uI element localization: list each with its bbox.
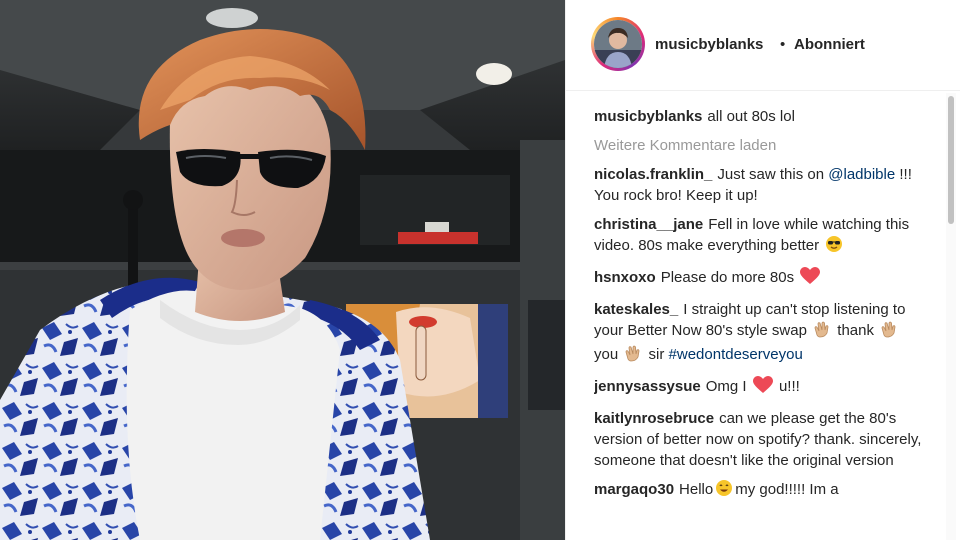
smile-emoji-icon [715,479,733,503]
comment-username[interactable]: margaqo30 [594,481,674,498]
scrollbar-thumb[interactable] [948,96,954,224]
comment-text: thank [837,322,874,339]
comment-text: sir [648,346,665,363]
list-item: margaqo30 Hello my god!!!!! Im a [594,479,924,503]
selfie-photo-illustration [0,0,565,540]
heart-emoji-icon [752,376,773,400]
clap-emoji-icon [813,320,831,344]
comment-username[interactable]: jennysassysue [594,378,701,395]
avatar[interactable] [594,20,642,68]
mention-link[interactable]: @ladbible [828,166,895,183]
comment-text: Omg I [705,378,747,395]
clap-emoji-icon [880,320,898,344]
post-caption: musicbyblanks all out 80s lol [594,106,924,127]
author-username[interactable]: musicbyblanks [655,36,763,53]
sunglasses-emoji-icon [825,235,843,259]
post-details-panel: musicbyblanks • Abonniert musicbyblanks a… [565,0,960,540]
comment-username[interactable]: kateskales_ [594,301,678,318]
comments-list: musicbyblanks all out 80s lol Weitere Kom… [594,106,924,540]
caption-username[interactable]: musicbyblanks [594,108,702,125]
story-ring[interactable] [591,17,645,71]
separator-dot: • [780,36,786,53]
list-item: hsnxoxo Please do more 80s [594,267,924,291]
heart-emoji-icon [800,267,821,291]
comment-text: my god!!!!! Im a [735,481,839,498]
caption-text: all out 80s lol [707,108,795,125]
comment-username[interactable]: christina__jane [594,216,703,233]
follow-status-button[interactable]: Abonniert [794,36,865,53]
clap-emoji-icon [624,344,642,368]
comment-text: u!!! [778,378,800,395]
list-item: jennysassysue Omg I u!!! [594,376,924,400]
avatar-image-icon [594,20,642,68]
list-item: christina__jane Fell in love while watchi… [594,214,924,259]
post-header: musicbyblanks • Abonniert [566,0,960,91]
comment-username[interactable]: hsnxoxo [594,269,656,286]
hashtag-link[interactable]: #wedontdeserveyou [669,346,803,363]
comment-text: Just saw this on [717,166,825,183]
comment-username[interactable]: kaitlynrosebruce [594,410,714,427]
comment-text: you [594,346,619,363]
comment-text: Please do more 80s [660,269,795,286]
comment-username[interactable]: nicolas.franklin_ [594,166,712,183]
list-item: nicolas.franklin_ Just saw this on @ladbi… [594,164,924,206]
post-photo[interactable] [0,0,565,540]
comment-text: Hello [679,481,714,498]
load-more-comments-button[interactable]: Weitere Kommentare laden [594,135,924,156]
list-item: kateskales_ I straight up can't stop list… [594,299,924,368]
list-item: kaitlynrosebruce can we please get the 80… [594,408,924,471]
